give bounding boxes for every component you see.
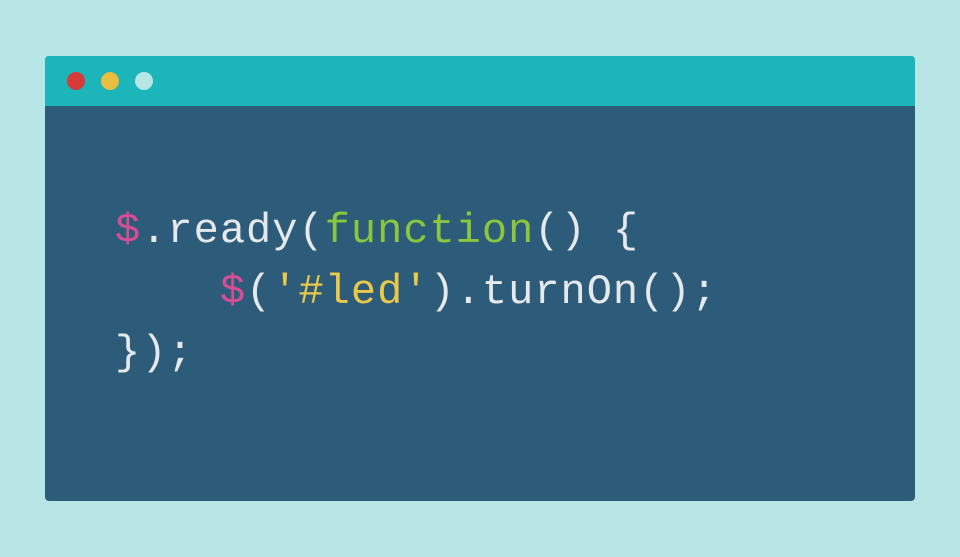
code-line-1: $.ready(function() { [115, 207, 639, 255]
maximize-icon[interactable] [135, 72, 153, 90]
token: ( [246, 268, 272, 316]
token-keyword: function [325, 207, 535, 255]
editor-window: $.ready(function() { $('#led').turnOn();… [45, 56, 915, 501]
minimize-icon[interactable] [101, 72, 119, 90]
token-dollar: $ [220, 268, 246, 316]
token: .ready( [141, 207, 324, 255]
close-icon[interactable] [67, 72, 85, 90]
titlebar [45, 56, 915, 106]
token-string: '#led' [272, 268, 429, 316]
code-line-3: }); [115, 329, 194, 377]
code-line-2: $('#led').turnOn(); [115, 268, 718, 316]
indent [115, 268, 220, 316]
code-area: $.ready(function() { $('#led').turnOn();… [45, 106, 915, 501]
token: ).turnOn(); [430, 268, 718, 316]
token: () { [534, 207, 639, 255]
token: }); [115, 329, 194, 377]
token-dollar: $ [115, 207, 141, 255]
